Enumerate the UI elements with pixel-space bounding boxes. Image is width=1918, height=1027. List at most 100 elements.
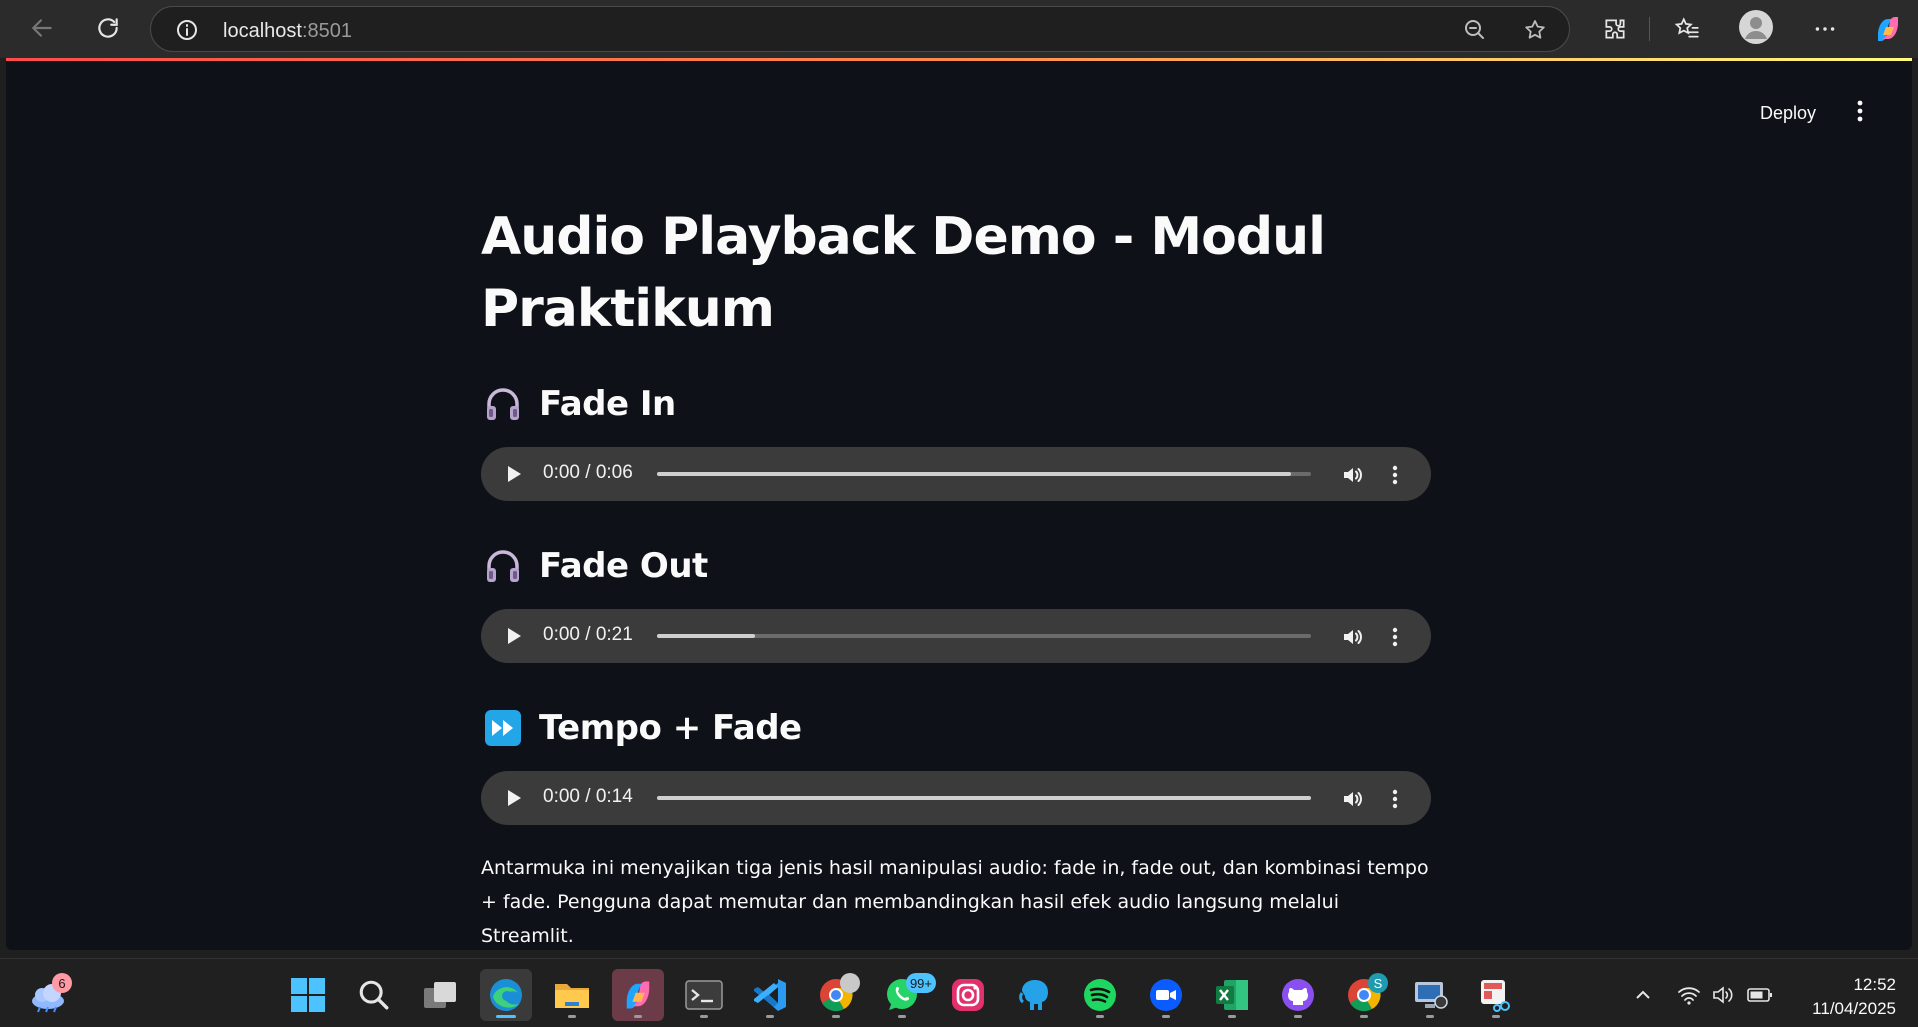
running-indicator	[1096, 1015, 1104, 1018]
taskbar-chrome[interactable]	[810, 969, 862, 1021]
audio-options-icon[interactable]	[1381, 461, 1409, 489]
audio-seek-bar[interactable]	[657, 796, 1311, 800]
github-icon	[1282, 979, 1314, 1011]
play-icon[interactable]	[501, 785, 527, 811]
weather-widget[interactable]: 6	[22, 969, 74, 1021]
zoom-out-icon[interactable]	[1463, 18, 1487, 47]
chevron-up-icon[interactable]	[1629, 981, 1657, 1009]
section-heading-fade-in: Fade In	[481, 379, 1431, 429]
headphones-icon	[481, 544, 525, 588]
audio-seek-fill	[657, 796, 1311, 800]
taskbar-github[interactable]	[1272, 969, 1324, 1021]
running-indicator	[766, 1015, 774, 1018]
running-indicator	[700, 1015, 708, 1018]
search-button[interactable]	[348, 969, 400, 1021]
volume-icon[interactable]	[1339, 623, 1367, 651]
wifi-icon[interactable]	[1675, 981, 1703, 1009]
profile-badge-icon	[840, 973, 860, 993]
audio-options-icon[interactable]	[1381, 623, 1409, 651]
audio-time: 0:00 / 0:06	[543, 462, 633, 483]
section-label: Fade In	[539, 384, 676, 424]
copilot-icon[interactable]	[1868, 9, 1908, 49]
audio-seek-bar[interactable]	[657, 472, 1311, 476]
zoom-icon	[1150, 979, 1182, 1011]
audio-seek-fill	[657, 634, 756, 638]
browser-menu-icon[interactable]	[1805, 9, 1845, 49]
elephant-icon	[1019, 980, 1048, 1010]
start-button[interactable]	[282, 969, 334, 1021]
audio-seek-bar[interactable]	[657, 634, 1311, 638]
address-bar[interactable]: localhost:8501	[150, 6, 1570, 52]
extensions-icon[interactable]	[1595, 9, 1635, 49]
section-label: Tempo + Fade	[539, 708, 802, 748]
taskbar-snipping-tool[interactable]	[1470, 969, 1522, 1021]
site-info-icon[interactable]	[175, 18, 199, 47]
url-text: localhost:8501	[223, 20, 352, 42]
active-indicator	[496, 1015, 516, 1018]
remote-desktop-icon	[1415, 982, 1448, 1009]
edge-icon	[490, 979, 522, 1011]
taskbar-instagram[interactable]	[942, 969, 994, 1021]
back-button[interactable]	[22, 8, 62, 48]
running-indicator	[898, 1015, 906, 1018]
volume-icon[interactable]	[1339, 461, 1367, 489]
audio-options-icon[interactable]	[1381, 785, 1409, 813]
headphones-icon	[481, 382, 525, 426]
system-clock[interactable]: 12:52 11/04/2025	[1812, 973, 1896, 1021]
section-heading-fade-out: Fade Out	[481, 541, 1431, 591]
chrome-profile-badge: S	[1368, 973, 1388, 993]
running-indicator	[1294, 1015, 1302, 1018]
taskbar-chrome-profile[interactable]: S	[1338, 969, 1390, 1021]
section-label: Fade Out	[539, 546, 708, 586]
excel-icon	[1216, 980, 1248, 1010]
back-arrow-icon	[31, 19, 52, 37]
taskbar-whatsapp[interactable]: 99+	[876, 969, 936, 1021]
taskbar-pgadmin[interactable]	[1008, 969, 1060, 1021]
taskbar-spotify[interactable]	[1074, 969, 1126, 1021]
deploy-button[interactable]: Deploy	[1750, 97, 1826, 130]
vscode-icon	[754, 979, 786, 1011]
fast-forward-icon	[481, 706, 525, 750]
audio-seek-fill	[657, 472, 1292, 476]
speaker-icon[interactable]	[1709, 981, 1737, 1009]
play-icon[interactable]	[501, 461, 527, 487]
running-indicator	[832, 1015, 840, 1018]
volume-icon[interactable]	[1339, 785, 1367, 813]
play-icon[interactable]	[501, 623, 527, 649]
profile-avatar[interactable]	[1736, 7, 1776, 47]
taskbar-remote-desktop[interactable]	[1404, 969, 1456, 1021]
reload-button[interactable]	[88, 8, 128, 48]
search-icon	[359, 980, 389, 1010]
task-view-button[interactable]	[414, 969, 466, 1021]
browser-toolbar: localhost:8501	[0, 0, 1918, 58]
battery-icon[interactable]	[1746, 981, 1774, 1009]
spotify-icon	[1084, 979, 1116, 1011]
audio-player[interactable]: 0:00 / 0:21	[481, 609, 1431, 663]
section-heading-tempo-fade: Tempo + Fade	[481, 703, 1431, 753]
audio-player[interactable]: 0:00 / 0:06	[481, 447, 1431, 501]
taskbar-excel[interactable]	[1206, 969, 1258, 1021]
taskbar-copilot[interactable]	[612, 969, 664, 1021]
instagram-icon	[952, 979, 984, 1011]
weather-badge: 6	[52, 973, 72, 993]
running-indicator	[1162, 1015, 1170, 1018]
copilot-icon	[626, 981, 650, 1009]
running-indicator	[1228, 1015, 1236, 1018]
taskbar-vscode[interactable]	[744, 969, 796, 1021]
taskbar-edge[interactable]	[480, 969, 532, 1021]
audio-time: 0:00 / 0:14	[543, 786, 633, 807]
terminal-icon	[685, 980, 723, 1010]
taskbar-terminal[interactable]	[678, 969, 730, 1021]
whatsapp-badge: 99+	[905, 973, 936, 993]
folder-icon	[555, 984, 589, 1008]
app-menu-icon[interactable]	[1842, 93, 1878, 129]
taskbar-zoom[interactable]	[1140, 969, 1192, 1021]
favorites-icon[interactable]	[1667, 9, 1707, 49]
page-title: Audio Playback Demo - Modul Praktikum	[481, 207, 1326, 339]
streamlit-app: Deploy Audio Playback Demo - Modul Prakt…	[6, 61, 1912, 950]
audio-player[interactable]: 0:00 / 0:14	[481, 771, 1431, 825]
running-indicator	[634, 1015, 642, 1018]
description-text: Antarmuka ini menyajikan tiga jenis hasi…	[481, 857, 1429, 947]
taskbar-file-explorer[interactable]	[546, 969, 598, 1021]
favorite-star-icon[interactable]	[1523, 18, 1547, 47]
